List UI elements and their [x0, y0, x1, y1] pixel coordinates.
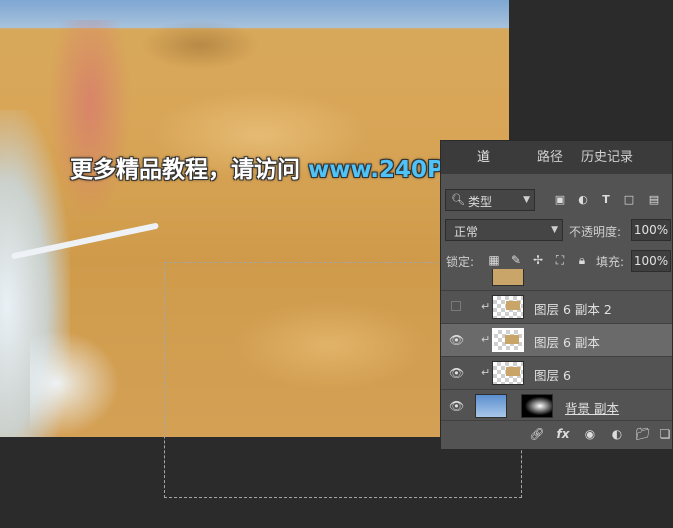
layer-name[interactable]: 背景 副本: [565, 398, 619, 417]
filter-kind-label: 类型: [468, 195, 493, 209]
blend-mode-dropdown[interactable]: 正常 ▼: [445, 219, 563, 241]
layer-name[interactable]: 图层 6 副本 2: [534, 299, 612, 318]
wave-spray: [30, 330, 120, 437]
panel-tabs: 道 路径 历史记录: [441, 141, 672, 174]
layers-list: ↵ 图层 6 副本 2 👁︎ ↵ 图层 6 副本 👁︎ ↵ 图层 6 👁︎ 背景…: [441, 269, 672, 419]
layer-name[interactable]: 图层 6 副本: [534, 332, 600, 351]
eye-icon[interactable]: 👁︎: [449, 366, 464, 380]
layer-thumbnail: [492, 328, 524, 352]
smart-object-filter-icon[interactable]: ▤: [647, 193, 661, 207]
layer-thumbnail: [492, 295, 524, 319]
clipping-mask-icon: ↵: [481, 300, 491, 313]
folder-icon[interactable]: 📁︎: [635, 426, 651, 442]
watermark-chinese: 更多精品教程，请访问: [70, 157, 309, 183]
lock-transparent-pixels-icon[interactable]: ▦: [487, 253, 501, 267]
layer-row-selected[interactable]: 👁︎ ↵ 图层 6 副本: [441, 323, 672, 356]
eye-icon[interactable]: 👁︎: [449, 399, 464, 413]
clipping-mask-icon: ↵: [481, 366, 491, 379]
shape-filter-icon[interactable]: □: [622, 193, 636, 207]
eye-icon[interactable]: 👁︎: [449, 333, 464, 347]
layer-row-partial[interactable]: [441, 269, 672, 290]
layer-thumbnail: [492, 269, 524, 286]
lock-image-pixels-icon[interactable]: ✎: [509, 253, 523, 267]
clipping-mask-icon: ↵: [481, 333, 491, 346]
visibility-toggle-off[interactable]: [451, 301, 461, 311]
layer-row[interactable]: 👁︎ ↵ 图层 6: [441, 356, 672, 389]
link-icon[interactable]: 🔗︎: [529, 426, 545, 442]
type-filter-icon[interactable]: T: [599, 193, 613, 207]
fill-label: 填充:: [596, 255, 625, 269]
tab-channels[interactable]: 道: [477, 141, 490, 174]
lock-label: 锁定:: [446, 255, 475, 269]
layer-thumbnail: [475, 394, 507, 418]
adjustment-filter-icon[interactable]: ◐: [576, 193, 590, 207]
chevron-down-icon: ▼: [523, 195, 530, 205]
opacity-field[interactable]: 100%: [631, 219, 671, 241]
lock-all-icon[interactable]: 🔒︎: [575, 253, 589, 267]
layer-thumbnail: [492, 361, 524, 385]
opacity-label: 不透明度:: [569, 225, 622, 239]
new-layer-icon[interactable]: ❏: [657, 426, 673, 442]
tab-history[interactable]: 历史记录: [581, 141, 633, 174]
lock-position-icon[interactable]: ✢: [531, 253, 545, 267]
search-icon: 🔍︎: [451, 193, 465, 206]
layer-row[interactable]: 👁︎ 背景 副本: [441, 389, 672, 419]
chevron-down-icon: ▼: [551, 225, 558, 235]
image-filter-icon[interactable]: ▣: [553, 193, 567, 207]
layers-panel-footer: 🔗︎ fx ◉ ◐ 📁︎ ❏: [441, 420, 672, 447]
sand-dust-effect: [140, 20, 260, 70]
layer-row[interactable]: ↵ 图层 6 副本 2: [441, 290, 672, 323]
fx-icon[interactable]: fx: [555, 426, 571, 442]
mask-icon[interactable]: ◉: [582, 426, 598, 442]
adjustment-icon[interactable]: ◐: [609, 426, 625, 442]
tab-paths[interactable]: 路径: [537, 141, 563, 174]
layer-name[interactable]: 图层 6: [534, 365, 571, 384]
lock-artboard-icon[interactable]: ⛶: [553, 253, 567, 267]
layer-filter-dropdown[interactable]: 🔍︎ 类型 ▼: [445, 189, 535, 211]
layer-mask-thumbnail: [521, 394, 553, 418]
blend-mode-value: 正常: [454, 225, 479, 239]
layers-panel: 道 路径 历史记录 🔍︎ 类型 ▼ ▣ ◐ T □ ▤ 正常 ▼ 不透明度: 1…: [440, 140, 673, 450]
